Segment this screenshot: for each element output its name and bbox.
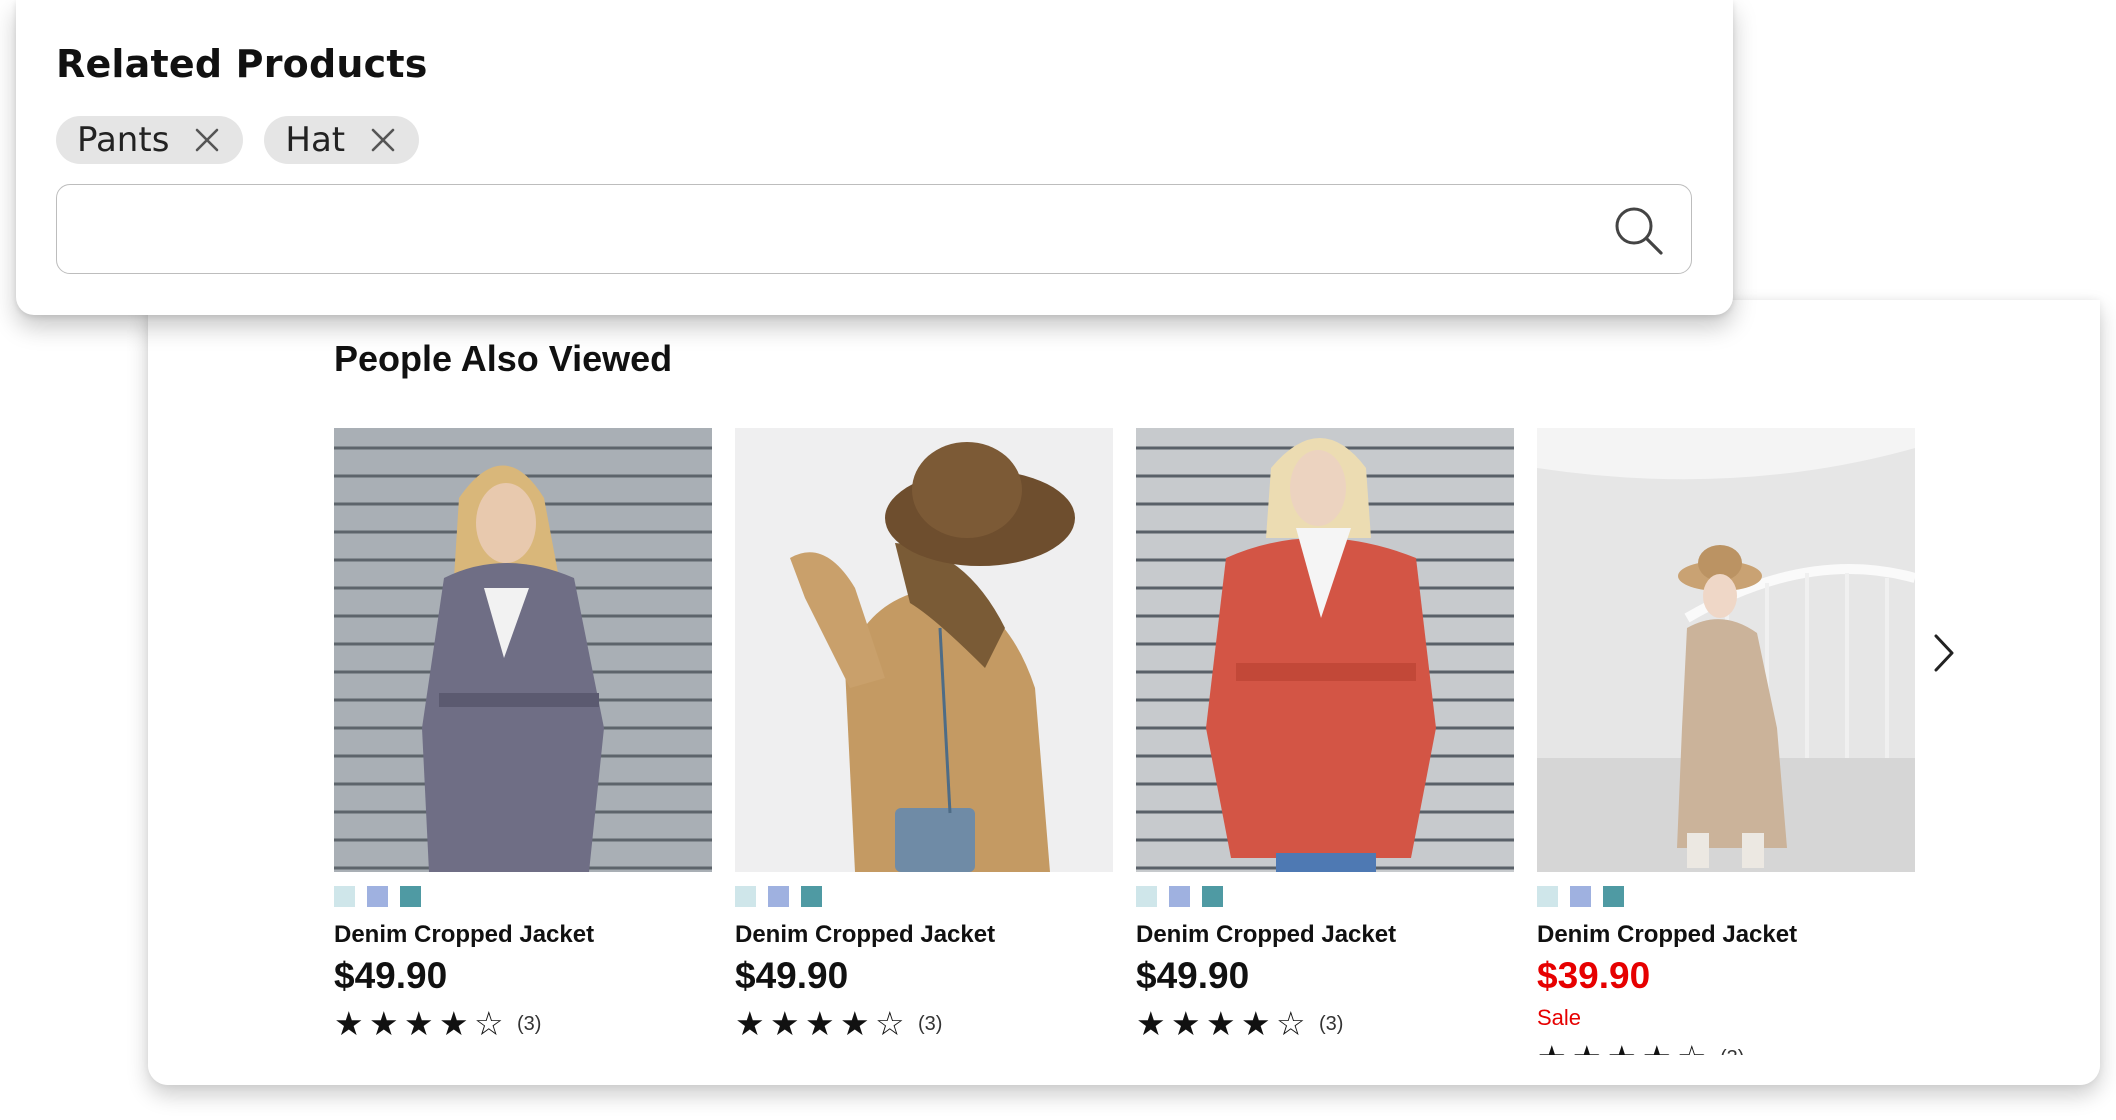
color-swatch[interactable] (1537, 886, 1558, 907)
product-card[interactable]: Denim Cropped Jacket $39.90 Sale ★ ★ ★ ★… (1537, 428, 1915, 1075)
product-name[interactable]: Denim Cropped Jacket (735, 921, 1113, 949)
color-swatch[interactable] (801, 886, 822, 907)
color-swatch[interactable] (1202, 886, 1223, 907)
close-icon[interactable] (193, 126, 221, 154)
product-name[interactable]: Denim Cropped Jacket (334, 921, 712, 949)
chevron-right-icon[interactable] (1930, 630, 1960, 676)
product-image[interactable] (735, 428, 1113, 872)
search-input[interactable] (81, 203, 1585, 257)
product-name[interactable]: Denim Cropped Jacket (1537, 921, 1915, 949)
product-search-field[interactable] (56, 184, 1692, 274)
star-filled-icon: ★ (805, 1004, 835, 1043)
product-price: $49.90 (1136, 955, 1250, 996)
sale-badge: Sale (1537, 1005, 1582, 1030)
color-swatch[interactable] (367, 886, 388, 907)
color-swatch[interactable] (735, 886, 756, 907)
people-also-viewed-panel: People Also Viewed Denim Cropped Jacket … (148, 300, 2100, 1085)
product-price: $39.90 (1537, 955, 1651, 996)
product-card[interactable]: Denim Cropped Jacket $49.90 ★ ★ ★ ★ ☆ (3… (334, 428, 712, 1041)
product-card[interactable]: Denim Cropped Jacket $49.90 ★ ★ ★ ★ ☆ (3… (735, 428, 1113, 1041)
related-products-panel: Related Products Pants Hat (16, 0, 1733, 315)
product-price: $49.90 (334, 955, 448, 996)
color-swatches (1537, 886, 1915, 907)
tag-chip-pants: Pants (56, 116, 244, 164)
star-filled-icon: ★ (369, 1004, 399, 1043)
product-rating: ★ ★ ★ ★ ☆ (3) (735, 1007, 1113, 1041)
product-rating: ★ ★ ★ ★ ☆ (3) (1136, 1007, 1514, 1041)
carousel-clip-mask (148, 1055, 2100, 1085)
star-filled-icon: ★ (439, 1004, 469, 1043)
rating-count: (3) (1319, 1012, 1344, 1035)
product-image[interactable] (334, 428, 712, 872)
tag-chip-label: Pants (77, 120, 170, 160)
color-swatch[interactable] (334, 886, 355, 907)
product-image[interactable] (1136, 428, 1514, 872)
tag-chip-list: Pants Hat (56, 116, 420, 164)
star-filled-icon: ★ (1241, 1004, 1271, 1043)
product-rating: ★ ★ ★ ★ ☆ (3) (334, 1007, 712, 1041)
color-swatch[interactable] (400, 886, 421, 907)
star-filled-icon: ★ (404, 1004, 434, 1043)
search-icon[interactable] (1611, 203, 1665, 257)
color-swatches (334, 886, 712, 907)
close-icon[interactable] (369, 126, 397, 154)
star-empty-icon: ☆ (875, 1004, 905, 1043)
product-price: $49.90 (735, 955, 849, 996)
rating-count: (3) (517, 1012, 542, 1035)
star-filled-icon: ★ (840, 1004, 870, 1043)
people-also-viewed-title: People Also Viewed (334, 338, 673, 379)
star-filled-icon: ★ (1206, 1004, 1236, 1043)
color-swatches (1136, 886, 1514, 907)
color-swatch[interactable] (1169, 886, 1190, 907)
color-swatch[interactable] (768, 886, 789, 907)
product-image[interactable] (1537, 428, 1915, 872)
product-card[interactable]: Denim Cropped Jacket $49.90 ★ ★ ★ ★ ☆ (3… (1136, 428, 1514, 1041)
star-filled-icon: ★ (1171, 1004, 1201, 1043)
star-filled-icon: ★ (1136, 1004, 1166, 1043)
product-name[interactable]: Denim Cropped Jacket (1136, 921, 1514, 949)
rating-count: (3) (918, 1012, 943, 1035)
tag-chip-label: Hat (285, 120, 346, 160)
star-filled-icon: ★ (334, 1004, 364, 1043)
color-swatch[interactable] (1603, 886, 1624, 907)
tag-chip-hat: Hat (264, 116, 420, 164)
color-swatches (735, 886, 1113, 907)
star-filled-icon: ★ (770, 1004, 800, 1043)
color-swatch[interactable] (1570, 886, 1591, 907)
star-empty-icon: ☆ (1276, 1004, 1306, 1043)
related-products-title: Related Products (56, 42, 428, 86)
star-empty-icon: ☆ (474, 1004, 504, 1043)
star-filled-icon: ★ (735, 1004, 765, 1043)
color-swatch[interactable] (1136, 886, 1157, 907)
